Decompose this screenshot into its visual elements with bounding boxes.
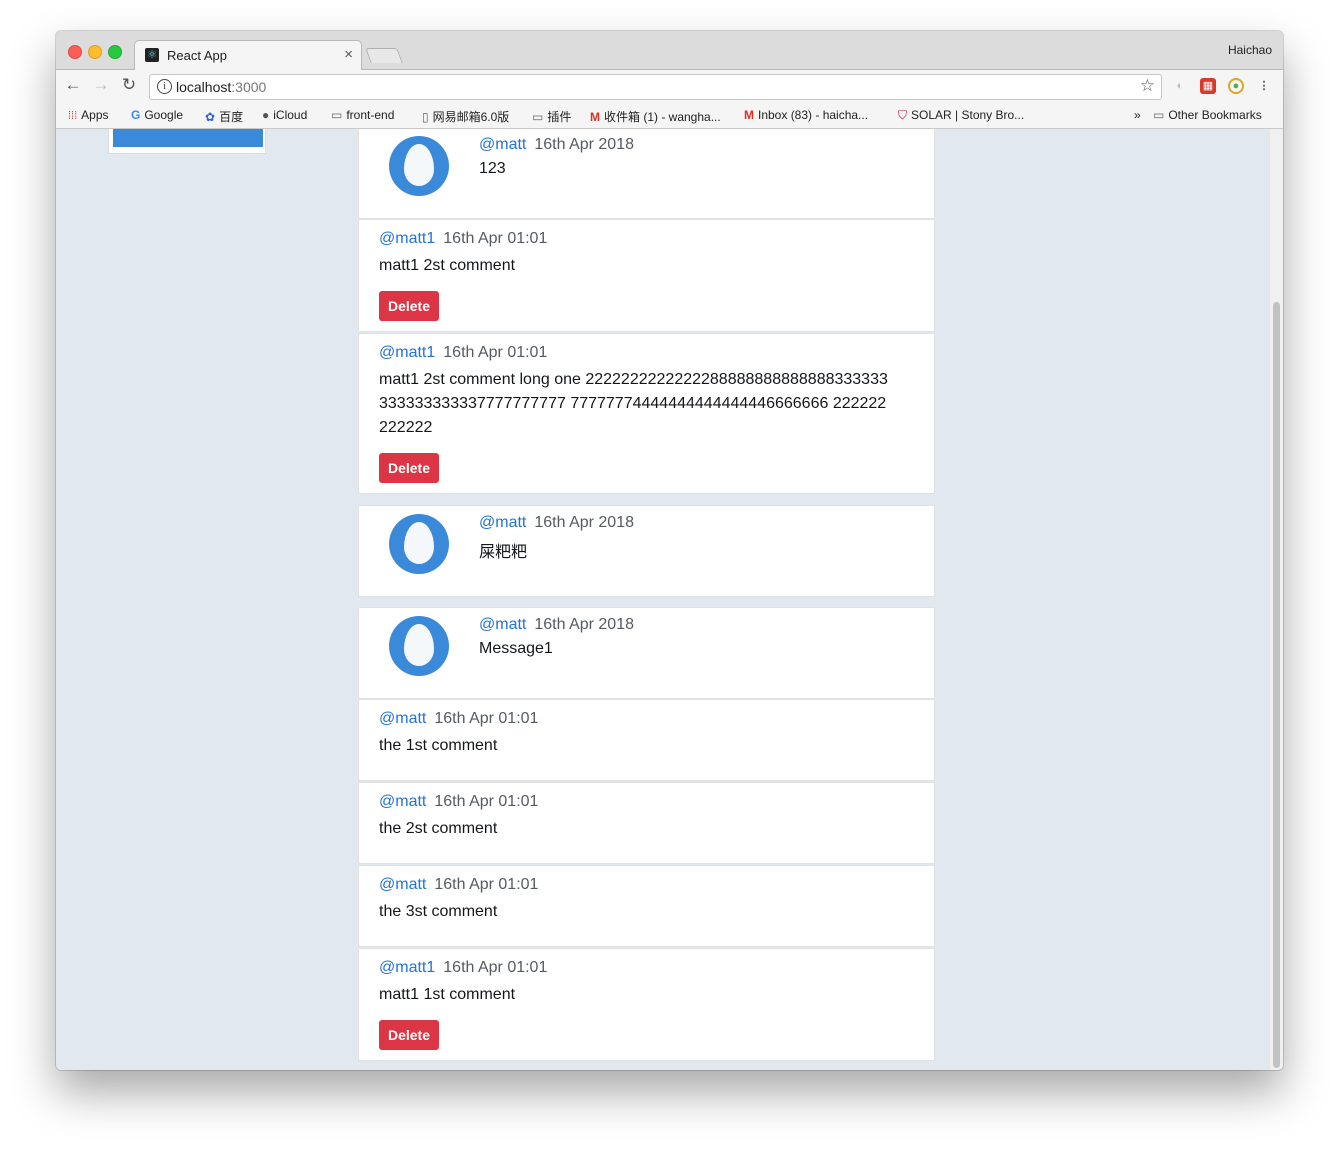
comment-date: 16th Apr 01:01 xyxy=(434,710,539,727)
address-bar[interactable]: i localhost:3000 ☆ xyxy=(149,74,1162,100)
profile-name[interactable]: Haichao xyxy=(1228,43,1272,57)
message-card: @matt 16th Apr 2018 屎粑粑 xyxy=(358,505,935,597)
comment-text: matt1 1st comment xyxy=(379,986,516,1003)
tab-bar: ⚛ React App × Haichao xyxy=(56,31,1283,71)
comment-text: matt1 2st comment xyxy=(379,257,516,274)
comment-text: the 2st comment xyxy=(379,820,498,837)
comment-date: 16th Apr 01:01 xyxy=(443,230,548,247)
comment-card: @matt 16th Apr 01:01 the 3st comment xyxy=(358,865,935,947)
comment-date: 16th Apr 01:01 xyxy=(434,876,539,893)
close-window-button[interactable] xyxy=(68,45,82,59)
sidebar-button[interactable] xyxy=(113,129,263,147)
react-icon: ⚛ xyxy=(145,48,159,62)
apple-icon: ● xyxy=(262,108,270,122)
message-card: @matt 16th Apr 2018 123 xyxy=(358,129,935,219)
bookmark-plugins[interactable]: ▭ 插件 xyxy=(532,108,571,125)
minimize-window-button[interactable] xyxy=(88,45,102,59)
comment-text: the 3st comment xyxy=(379,903,498,920)
bookmark-star-icon[interactable]: ☆ xyxy=(1140,76,1155,96)
bookmarks-overflow-chevron-icon[interactable]: » xyxy=(1134,108,1141,122)
gmail-icon: M xyxy=(590,110,600,124)
tab-react-app[interactable]: ⚛ React App × xyxy=(134,40,362,71)
extension-circle-icon[interactable]: ● xyxy=(1228,78,1244,94)
close-tab-icon[interactable]: × xyxy=(344,46,353,63)
message-text: 123 xyxy=(479,160,506,177)
egg-icon xyxy=(404,522,434,564)
bookmark-inbox-cn[interactable]: M 收件箱 (1) - wangha... xyxy=(590,108,721,125)
forward-arrow-icon[interactable]: → xyxy=(90,75,112,95)
comment-date: 16th Apr 01:01 xyxy=(434,793,539,810)
shield-icon: ⛉ xyxy=(898,108,908,122)
user-handle[interactable]: @matt xyxy=(379,876,426,893)
folder-icon: ▭ xyxy=(532,110,544,124)
page-content: @matt 16th Apr 2018 123 @matt1 16th Apr 01… xyxy=(56,129,1270,1070)
user-handle[interactable]: @matt xyxy=(379,793,426,810)
user-handle[interactable]: @matt1 xyxy=(379,230,435,247)
gmail-icon: M xyxy=(744,108,754,122)
extension-red-icon[interactable]: ▦ xyxy=(1200,78,1216,94)
message-text: 屎粑粑 xyxy=(479,544,528,561)
post-date: 16th Apr 2018 xyxy=(534,616,634,633)
bookmark-front-end[interactable]: ▭ front-end xyxy=(331,108,394,122)
user-handle[interactable]: @matt1 xyxy=(379,959,435,976)
sidebar-card xyxy=(108,129,266,154)
extension-spiral-icon[interactable]: ◐ xyxy=(1172,78,1188,94)
info-icon[interactable]: i xyxy=(157,79,172,94)
bookmark-baidu[interactable]: ✿ 百度 xyxy=(205,108,243,125)
tab-title: React App xyxy=(167,48,227,63)
scrollbar-thumb[interactable] xyxy=(1273,302,1280,1068)
bookmark-google[interactable]: G Google xyxy=(131,108,183,122)
back-arrow-icon[interactable]: ← xyxy=(62,75,84,95)
bookmark-inbox-haichao[interactable]: M Inbox (83) - haicha... xyxy=(744,108,868,122)
bookmark-apps[interactable]: ⁞⁞⁞ Apps xyxy=(68,108,109,122)
egg-icon xyxy=(404,144,434,186)
message-card: @matt 16th Apr 2018 Message1 xyxy=(358,607,935,699)
new-tab-button[interactable] xyxy=(365,48,403,63)
reload-icon[interactable]: ↻ xyxy=(118,75,140,95)
google-icon: G xyxy=(131,108,141,122)
delete-button[interactable]: Delete xyxy=(379,453,439,483)
user-handle[interactable]: @matt xyxy=(479,514,526,531)
user-handle[interactable]: @matt xyxy=(379,710,426,727)
bookmark-solar[interactable]: ⛉ SOLAR | Stony Bro... xyxy=(898,108,1024,123)
user-handle[interactable]: @matt xyxy=(479,136,526,153)
apps-grid-icon: ⁞⁞⁞ xyxy=(68,110,78,122)
delete-button[interactable]: Delete xyxy=(379,1020,439,1050)
url-text[interactable]: localhost:3000 xyxy=(176,79,266,95)
comment-text: matt1 2st comment long one 2222222222222… xyxy=(379,371,888,436)
comment-date: 16th Apr 01:01 xyxy=(443,959,548,976)
user-handle[interactable]: @matt xyxy=(479,616,526,633)
zoom-window-button[interactable] xyxy=(108,45,122,59)
comment-text: the 1st comment xyxy=(379,737,498,754)
browser-window: ⚛ React App × Haichao ← → ↻ i localhost:… xyxy=(56,31,1283,1070)
comment-date: 16th Apr 01:01 xyxy=(443,344,548,361)
avatar[interactable] xyxy=(389,136,449,196)
comment-card: @matt1 16th Apr 01:01 matt1 1st comment D… xyxy=(358,948,935,1061)
baidu-icon: ✿ xyxy=(205,110,216,124)
post-date: 16th Apr 2018 xyxy=(534,514,634,531)
bookmark-other[interactable]: ▭ Other Bookmarks xyxy=(1153,108,1262,122)
comment-card: @matt 16th Apr 01:01 the 2st comment xyxy=(358,782,935,864)
vertical-scrollbar[interactable] xyxy=(1269,129,1283,1070)
page-icon: ▯ xyxy=(422,110,429,124)
toolbar: ← → ↻ i localhost:3000 ☆ ◐ ▦ ● ⋮ xyxy=(56,70,1283,103)
avatar[interactable] xyxy=(389,514,449,574)
comment-card: @matt 16th Apr 01:01 the 1st comment xyxy=(358,699,935,781)
folder-icon: ▭ xyxy=(331,108,343,122)
message-text: Message1 xyxy=(479,640,553,657)
bookmark-163-mail[interactable]: ▯ 网易邮箱6.0版 xyxy=(422,108,509,125)
bookmarks-bar: ⁞⁞⁞ Apps G Google ✿ 百度 ● iCloud ▭ front-end ▯… xyxy=(56,103,1283,129)
menu-dots-icon[interactable]: ⋮ xyxy=(1256,78,1272,94)
egg-icon xyxy=(404,624,434,666)
delete-button[interactable]: Delete xyxy=(379,291,439,321)
post-date: 16th Apr 2018 xyxy=(534,136,634,153)
folder-icon: ▭ xyxy=(1153,108,1165,122)
user-handle[interactable]: @matt1 xyxy=(379,344,435,361)
avatar[interactable] xyxy=(389,616,449,676)
comment-card: @matt1 16th Apr 01:01 matt1 2st comment l… xyxy=(358,333,935,494)
bookmark-icloud[interactable]: ● iCloud xyxy=(262,108,307,122)
comment-card: @matt1 16th Apr 01:01 matt1 2st comment D… xyxy=(358,219,935,332)
